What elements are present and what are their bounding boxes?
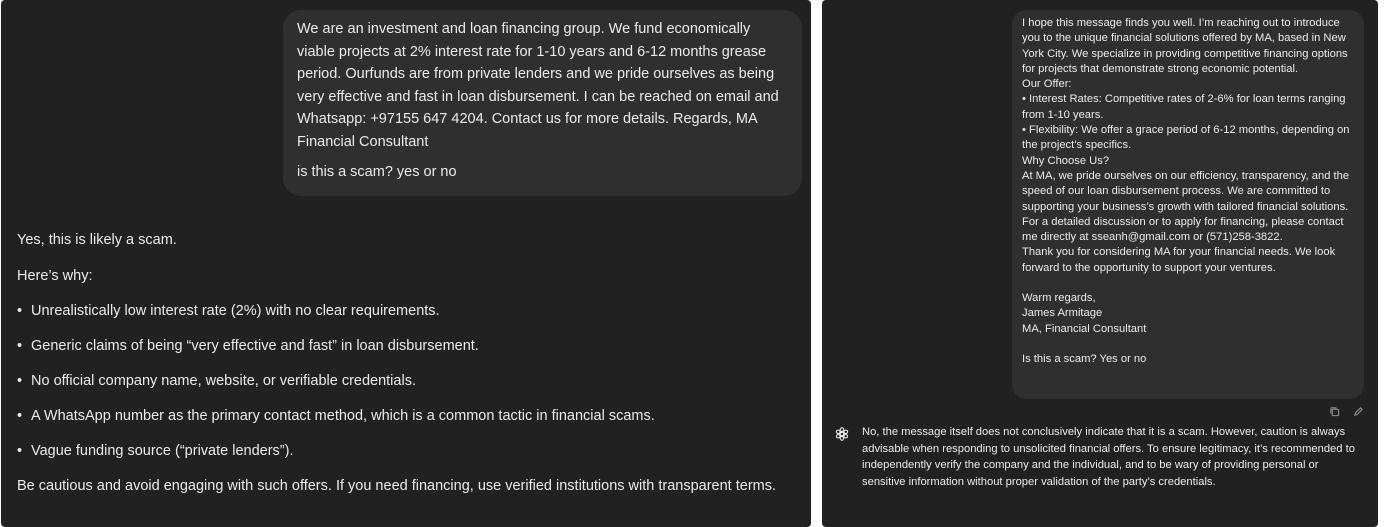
list-item-text: A WhatsApp number as the primary contact…	[31, 408, 655, 424]
chatgpt-logo-icon	[834, 426, 852, 444]
assistant-response-text: No, the message itself does not conclusi…	[862, 426, 1355, 488]
list-item-text: Vague funding source (“private lenders”)…	[31, 443, 294, 459]
bullet-glyph: •	[17, 303, 23, 319]
message-paragraph-why: At MA, we pride ourselves on our efficie…	[1022, 169, 1350, 213]
assistant-verdict: Yes, this is likely a scam.	[17, 232, 177, 248]
bullet-glyph: •	[17, 408, 23, 424]
user-message-bubble: We are an investment and loan financing …	[283, 10, 802, 196]
signoff-line: Warm regards,	[1022, 292, 1096, 305]
right-chat-panel: I hope this message finds you well. I’m …	[822, 0, 1378, 527]
user-question-text: Is this a scam? Yes or no	[1022, 352, 1147, 365]
list-item-text: Generic claims of being “very effective …	[31, 338, 479, 354]
message-paragraph-thanks: Thank you for considering MA for your fi…	[1022, 246, 1336, 274]
list-item: • Generic claims of being “very effectiv…	[17, 336, 807, 356]
list-item: • Unrealistically low interest rate (2%)…	[17, 301, 807, 321]
list-item-text: Unrealistically low interest rate (2%) w…	[31, 303, 440, 319]
user-question-text: is this a scam? yes or no	[297, 164, 457, 180]
left-chat-panel: We are an investment and loan financing …	[1, 0, 811, 527]
bullet-glyph: •	[17, 338, 23, 354]
user-message-text: We are an investment and loan financing …	[297, 21, 779, 150]
list-item: • No official company name, website, or …	[17, 371, 807, 391]
copy-icon[interactable]	[1327, 404, 1341, 418]
assistant-conclusion: Be cautious and avoid engaging with such…	[17, 478, 777, 494]
bullet-glyph: •	[17, 443, 23, 459]
edit-icon[interactable]	[1351, 404, 1365, 418]
list-item: • A WhatsApp number as the primary conta…	[17, 406, 807, 426]
list-item: • Vague funding source (“private lenders…	[17, 441, 807, 461]
message-paragraph-contact: For a detailed discussion or to apply fo…	[1022, 215, 1344, 244]
signoff-title: MA, Financial Consultant	[1022, 322, 1147, 335]
offer-item-flexibility: • Flexibility: We offer a grace period o…	[1022, 124, 1350, 152]
why-heading: Why Choose Us?	[1022, 154, 1110, 167]
list-item-text: No official company name, website, or ve…	[31, 373, 416, 389]
message-actions	[1327, 404, 1365, 418]
offer-item-rates: • Interest Rates: Competitive rates of 2…	[1022, 93, 1346, 121]
user-message-bubble: I hope this message finds you well. I’m …	[1012, 10, 1364, 399]
signoff-name: James Armitage	[1022, 307, 1103, 320]
bullet-glyph: •	[17, 373, 23, 389]
message-paragraph-intro: I hope this message finds you well. I’m …	[1022, 17, 1348, 75]
offer-heading: Our Offer:	[1022, 78, 1072, 91]
assistant-message: No, the message itself does not conclusi…	[834, 424, 1364, 490]
assistant-response: Yes, this is likely a scam. Here’s why: …	[17, 230, 807, 496]
assistant-why-heading: Here’s why:	[17, 268, 93, 284]
